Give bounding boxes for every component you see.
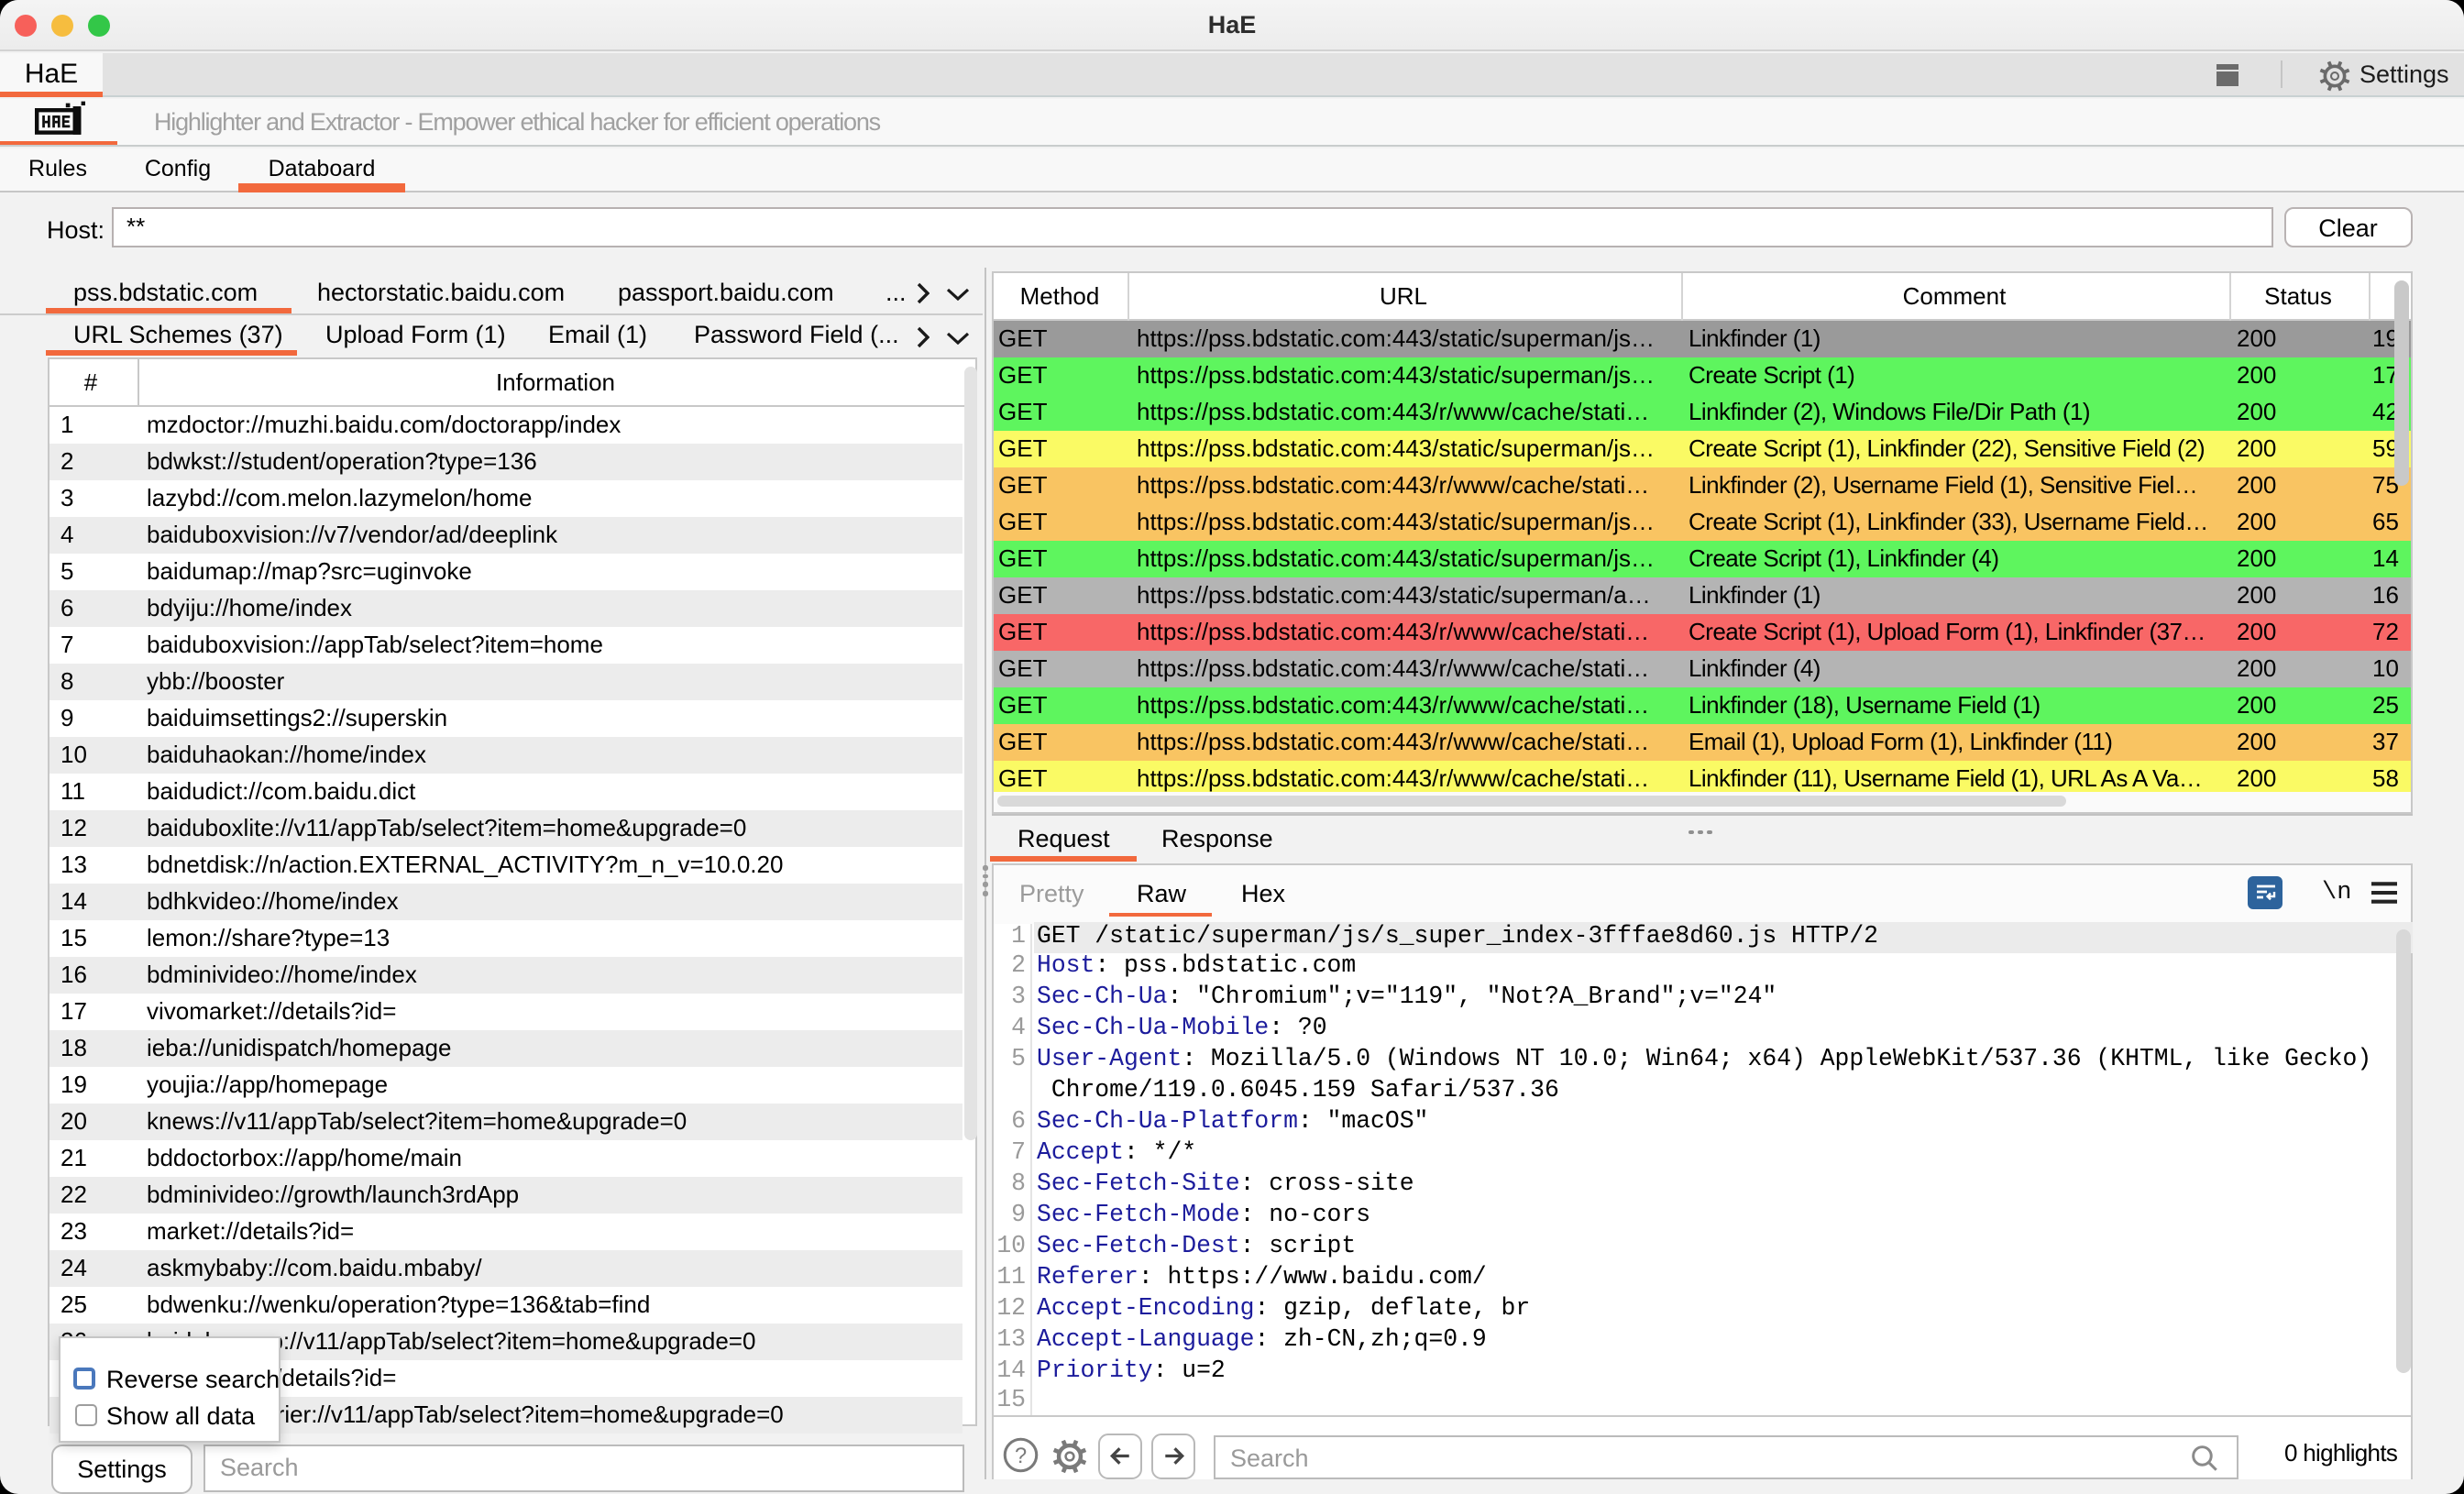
svg-text:?: ? <box>1016 1445 1028 1468</box>
